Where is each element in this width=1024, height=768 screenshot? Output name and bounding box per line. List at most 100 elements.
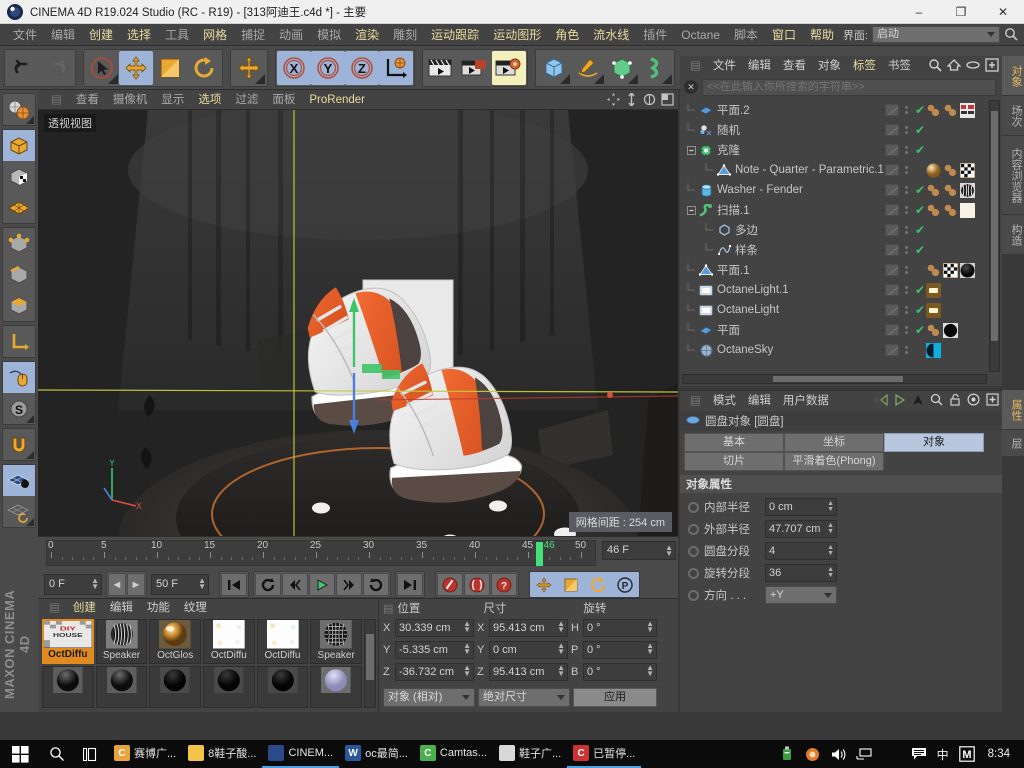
- step-forward-button[interactable]: [336, 573, 362, 596]
- ime-mode-icon[interactable]: M: [954, 740, 980, 768]
- notification-icon[interactable]: [906, 740, 932, 768]
- viewport-3d-scene[interactable]: 透视视图 网格间距 : 254 cm Y X: [38, 110, 678, 536]
- enable-dots-icon[interactable]: [902, 166, 910, 174]
- object-row[interactable]: 多边 ✔: [680, 220, 988, 240]
- visibility-toggle[interactable]: [885, 264, 899, 276]
- object-tag[interactable]: [943, 163, 958, 178]
- enable-dots-icon[interactable]: [902, 186, 910, 194]
- menu-item-11[interactable]: 运动跟踪: [424, 24, 486, 46]
- search-icon[interactable]: [928, 58, 942, 75]
- move-button[interactable]: [119, 50, 153, 85]
- menu-item-18[interactable]: 窗口: [765, 24, 803, 46]
- enabled-check-icon[interactable]: ✔: [914, 224, 926, 236]
- snap-settings-icon[interactable]: S: [3, 393, 35, 424]
- viewport-menu-item-5[interactable]: 面板: [265, 90, 302, 110]
- lock-x-axis-button[interactable]: X: [277, 50, 311, 85]
- search-icon[interactable]: [40, 740, 74, 768]
- size-field-Y[interactable]: 0 cm ▲ ▼: [489, 641, 568, 659]
- usb-icon[interactable]: [774, 740, 800, 768]
- menu-item-10[interactable]: 雕刻: [386, 24, 424, 46]
- menu-item-4[interactable]: 工具: [158, 24, 196, 46]
- material-swatch[interactable]: OctGlos: [149, 619, 201, 664]
- object-row[interactable]: Note - Quarter - Parametric.1: [680, 160, 988, 180]
- interface-dropdown[interactable]: 启动: [872, 26, 1000, 43]
- object-search-input[interactable]: [702, 78, 996, 96]
- spinner-icon[interactable]: ▲ ▼: [646, 642, 654, 656]
- taskbar-app-6[interactable]: C 已暂停...: [567, 740, 642, 768]
- object-list-hscrollbar[interactable]: [682, 374, 987, 384]
- home-icon[interactable]: [946, 58, 962, 75]
- vertical-tab-top-1[interactable]: 场次: [1002, 96, 1024, 136]
- enabled-check-icon[interactable]: ✔: [914, 124, 926, 136]
- spinner-icon[interactable]: ▲ ▼: [463, 642, 471, 656]
- object-row[interactable]: 样条 ✔: [680, 240, 988, 260]
- make-editable-icon[interactable]: [3, 130, 35, 161]
- attribute-menu-item-2[interactable]: 用户数据: [777, 391, 835, 411]
- lock-workplane-icon[interactable]: [3, 465, 35, 496]
- taskbar-app-1[interactable]: 8鞋子酸...: [182, 740, 262, 768]
- goto-end-button[interactable]: [397, 573, 423, 596]
- end-frame-field[interactable]: 50 F ▲ ▼: [151, 574, 209, 595]
- object-tag[interactable]: [943, 103, 958, 118]
- frame-back-button[interactable]: ◄: [108, 573, 126, 596]
- enabled-check-icon[interactable]: ✔: [914, 184, 926, 196]
- rotation-field-P[interactable]: 0 ° ▲ ▼: [583, 641, 657, 659]
- enabled-check-icon[interactable]: ✔: [914, 244, 926, 256]
- rotate-button[interactable]: [187, 51, 221, 85]
- spinner-icon[interactable]: ▲ ▼: [91, 577, 99, 591]
- undo-button[interactable]: [6, 51, 40, 85]
- maximize-button[interactable]: ❐: [940, 0, 982, 24]
- spinner-icon[interactable]: ▲ ▼: [827, 544, 834, 557]
- zoom-view-icon[interactable]: [625, 92, 638, 109]
- spinner-icon[interactable]: ▲ ▼: [463, 620, 471, 634]
- material-menu-item-0[interactable]: 创建: [66, 599, 103, 617]
- spinner-icon[interactable]: ▲ ▼: [665, 544, 673, 558]
- object-tag[interactable]: [960, 102, 975, 118]
- autokey-button[interactable]: [464, 573, 490, 596]
- material-menu-item-2[interactable]: 功能: [140, 599, 177, 617]
- menu-item-19[interactable]: 帮助: [803, 24, 841, 46]
- taskbar-clock[interactable]: 8:34: [980, 748, 1018, 760]
- object-tag[interactable]: [926, 163, 941, 178]
- object-menu-item-5[interactable]: 书签: [882, 56, 917, 76]
- taskbar-app-0[interactable]: C 赛博广...: [108, 740, 182, 768]
- material-swatch[interactable]: [203, 665, 255, 708]
- enabled-check-icon[interactable]: ✔: [914, 304, 926, 316]
- taskbar-app-2[interactable]: CINEM...: [262, 740, 340, 768]
- object-menu-item-1[interactable]: 编辑: [742, 56, 777, 76]
- next-key-button[interactable]: [363, 573, 389, 596]
- object-row[interactable]: 随机 ✔: [680, 120, 988, 140]
- enable-dots-icon[interactable]: [902, 346, 910, 354]
- visibility-toggle[interactable]: [885, 244, 899, 256]
- position-field-Z[interactable]: -36.732 cm ▲ ▼: [395, 663, 474, 681]
- attribute-tab-0[interactable]: 基本: [684, 433, 784, 452]
- step-back-button[interactable]: [282, 573, 308, 596]
- object-tag[interactable]: [943, 322, 958, 338]
- material-swatch[interactable]: OctDiffu: [256, 619, 309, 664]
- task-view-icon[interactable]: [74, 740, 108, 768]
- property-field[interactable]: 47.707 cm ▲ ▼: [765, 520, 837, 538]
- object-row[interactable]: 克隆 ✔: [680, 140, 988, 160]
- property-dropdown[interactable]: +Y: [765, 586, 837, 604]
- object-list-scrollbar[interactable]: [989, 100, 1000, 372]
- enabled-check-icon[interactable]: ✔: [914, 204, 926, 216]
- volume-icon[interactable]: [826, 740, 852, 768]
- material-swatch[interactable]: [42, 665, 94, 708]
- polygons-mode-icon[interactable]: [3, 290, 35, 321]
- menu-item-15[interactable]: 插件: [636, 24, 674, 46]
- object-menu-item-0[interactable]: 文件: [707, 56, 742, 76]
- size-mode-dropdown[interactable]: 绝对尺寸: [478, 687, 570, 707]
- viewport-solo-icon[interactable]: [3, 362, 35, 393]
- planar-workplane-icon[interactable]: [3, 496, 35, 527]
- up-arrow-icon[interactable]: [912, 394, 924, 409]
- visibility-toggle[interactable]: [885, 344, 899, 356]
- cube-primitive-button[interactable]: [537, 51, 571, 85]
- coordinate-mode-dropdown[interactable]: 对象 (相对): [383, 687, 475, 707]
- pla-button[interactable]: P: [612, 573, 638, 596]
- object-row[interactable]: Washer - Fender ✔: [680, 180, 988, 200]
- target-icon[interactable]: [967, 393, 980, 409]
- object-tag[interactable]: [942, 262, 959, 278]
- visibility-toggle[interactable]: [885, 124, 899, 136]
- add-icon[interactable]: [986, 393, 999, 409]
- spinner-icon[interactable]: ▲ ▼: [557, 620, 565, 634]
